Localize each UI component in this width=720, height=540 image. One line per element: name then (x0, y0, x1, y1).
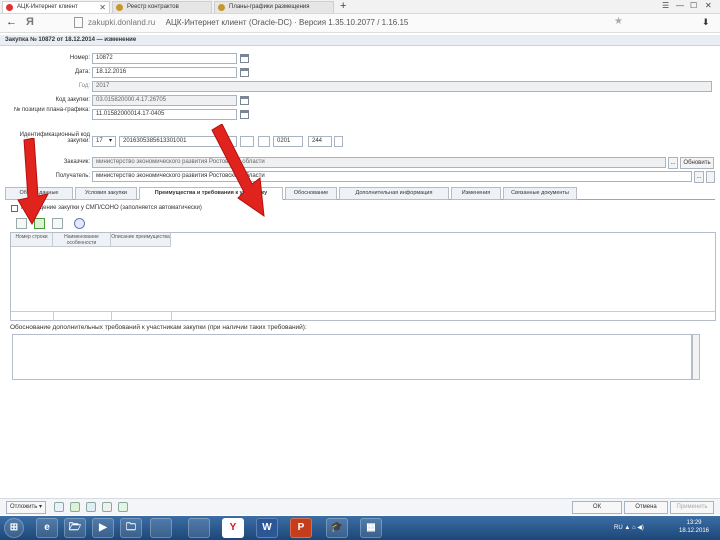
purchase-code-field: 03.015820000.4.17.26705 (92, 95, 237, 106)
grid-footer-cell-border (111, 311, 112, 321)
clock-time: 13:29 (686, 520, 702, 526)
tab-changes[interactable]: Изменения (451, 187, 501, 200)
tool-icon[interactable] (150, 518, 172, 538)
textarea-scrollbar[interactable] (692, 334, 700, 380)
ikz-year-select[interactable]: 17 (92, 136, 116, 147)
close-window-button[interactable]: ✕ (705, 1, 712, 10)
recipient-clear-button[interactable] (706, 171, 715, 183)
ikz-segment-4[interactable]: 244 (308, 136, 332, 147)
grid-header-advantage-description[interactable]: Описание преимущества (111, 233, 171, 247)
emblem-favicon-icon (116, 4, 123, 11)
settings-icon[interactable] (74, 218, 85, 229)
grid-footer-divider (11, 311, 715, 312)
new-tab-button[interactable]: + (340, 0, 346, 12)
address-bar: ← Я zakupki.donland.ru АЦК-Интернет клие… (0, 14, 720, 33)
form-tabs: Общие данные Условия закупки Преимуществ… (5, 187, 715, 200)
cancel-button[interactable]: Отмена (624, 501, 668, 514)
refresh-icon[interactable] (70, 502, 80, 512)
folder-icon[interactable]: 🗀 (120, 518, 142, 538)
bookmark-star-icon[interactable]: ★ (614, 16, 623, 27)
recipient-field[interactable]: министерство экономического развития Рос… (92, 171, 692, 182)
url-host: zakupki.donland.ru (88, 18, 156, 27)
document-title: Закупка № 10872 от 18.12.2014 — изменени… (0, 35, 720, 46)
ack-favicon-icon (6, 4, 13, 11)
back-button[interactable]: ← (6, 16, 17, 28)
page-security-icon (74, 17, 83, 28)
apply-button[interactable]: Применить (670, 501, 714, 514)
browser-tabstrip: АЦК-Интернет клиент ✕ Реестр контрактов … (0, 0, 720, 14)
menu-icon[interactable]: ☰ (662, 1, 669, 10)
history-icon[interactable] (118, 502, 128, 512)
ok-button[interactable]: ОК (572, 501, 622, 514)
download-icon[interactable]: ⬇ (702, 17, 710, 28)
date-field[interactable]: 18.12.2016 (92, 67, 237, 78)
plan-position-field[interactable]: 11.01582000014.17-0405 (92, 109, 237, 120)
clock[interactable]: 13:29 18.12.2016 (672, 519, 716, 535)
grid-header-feature-name[interactable]: Наименование особенности (53, 233, 111, 247)
requirements-justification-textarea[interactable] (12, 334, 692, 380)
url-page-title: АЦК-Интернет клиент (Oracle-DC) · Версия… (165, 18, 409, 27)
plan-position-label: № позиции плана-графика: (13, 107, 90, 113)
calendar-icon[interactable] (240, 68, 249, 77)
start-button-icon[interactable]: ⊞ (4, 518, 24, 538)
user-icon[interactable]: 🎓 (326, 518, 348, 538)
maximize-button[interactable]: ☐ (690, 1, 697, 10)
tab-additional-info[interactable]: Дополнительная информация (339, 187, 449, 200)
chevron-down-icon[interactable]: ▾ (109, 137, 112, 144)
browser-tab-registry[interactable]: Реестр контрактов (112, 1, 212, 13)
customer-field: министерство экономического развития Рос… (92, 157, 666, 168)
yandex-browser-icon[interactable]: Y (222, 518, 244, 538)
nomer-field[interactable]: 10872 (92, 53, 237, 64)
app-icon[interactable] (188, 518, 210, 538)
god-label: Год: (78, 83, 90, 89)
browser-tab-label: Реестр контрактов (127, 4, 179, 10)
browser-tab-plans[interactable]: Планы-графики размещения (214, 1, 334, 13)
form-bottom-bar: Отложить ▾ ОК Отмена Применить (0, 498, 720, 515)
powerpoint-icon[interactable]: P (290, 518, 312, 538)
minimize-button[interactable]: — (676, 1, 684, 10)
ikz-segment-3[interactable]: 0201 (273, 136, 303, 147)
ie-icon[interactable]: e (36, 518, 58, 538)
refresh-button[interactable]: Обновить (680, 157, 714, 169)
media-player-icon[interactable]: ▶ (92, 518, 114, 538)
url-field[interactable]: zakupki.donland.ru АЦК-Интернет клиент (… (88, 16, 628, 30)
grid-header-row-number[interactable]: Номер строки (11, 233, 53, 247)
kod-label: Код закупки: (55, 97, 90, 103)
browser-tab-ack[interactable]: АЦК-Интернет клиент ✕ (2, 1, 110, 13)
grid-footer-cell-border (171, 311, 172, 321)
tab-related-docs[interactable]: Связанные документы (503, 187, 577, 200)
emblem-favicon-icon (218, 4, 225, 11)
system-tray[interactable]: RU ▲ ⌂ ◀) (614, 524, 644, 531)
year-field: 2017 (92, 81, 712, 92)
yandex-logo-icon[interactable]: Я (26, 16, 34, 28)
recipient-lookup-button[interactable]: ... (694, 171, 704, 183)
red-arrow-left-icon (17, 138, 49, 226)
customer-lookup-button[interactable]: ... (668, 157, 678, 169)
clock-date: 18.12.2016 (678, 528, 710, 534)
nomer-label: Номер: (69, 55, 90, 61)
word-icon[interactable]: W (256, 518, 278, 538)
red-arrow-right-icon (211, 124, 265, 218)
window-icon[interactable]: ▦ (360, 518, 382, 538)
postpone-dropdown[interactable]: Отложить ▾ (6, 501, 46, 514)
lookup-icon[interactable] (240, 110, 249, 119)
windows-taskbar: ⊞ e 🗁 ▶ 🗀 Y W P 🎓 ▦ RU ▲ ⌂ ◀) 13:29 18.1… (0, 516, 720, 540)
advantages-grid: Номер строки Наименование особенности Оп… (10, 232, 716, 321)
save-icon[interactable] (54, 502, 64, 512)
browser-tab-label: Планы-графики размещения (229, 4, 310, 10)
tab-conditions[interactable]: Условия закупки (75, 187, 137, 200)
tab-justification[interactable]: Обоснование (285, 187, 337, 200)
copy-icon[interactable] (240, 96, 249, 105)
edit-icon[interactable] (240, 54, 249, 63)
sync-icon[interactable] (86, 502, 96, 512)
browser-tab-label: АЦК-Интернет клиент (17, 4, 78, 10)
ikz-segment-5[interactable] (334, 136, 343, 147)
requirements-justification-label: Обоснование дополнительных требований к … (10, 324, 307, 331)
attach-icon[interactable] (102, 502, 112, 512)
grid-footer-cell-border (53, 311, 54, 321)
explorer-icon[interactable]: 🗁 (64, 518, 86, 538)
close-tab-icon[interactable]: ✕ (99, 2, 106, 13)
data-label: Дата: (75, 69, 90, 75)
